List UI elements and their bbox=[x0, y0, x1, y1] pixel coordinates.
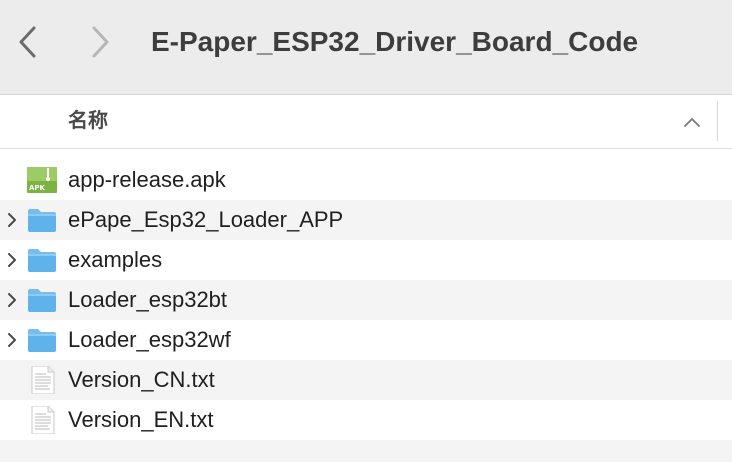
empty-row bbox=[0, 440, 732, 462]
chevron-left-icon bbox=[19, 26, 36, 58]
back-button[interactable] bbox=[8, 22, 48, 62]
folder-icon bbox=[26, 326, 58, 354]
list-item[interactable]: Loader_esp32wf bbox=[0, 320, 732, 360]
folder-icon bbox=[26, 246, 58, 274]
chevron-right-icon bbox=[8, 213, 16, 227]
disclosure-triangle[interactable] bbox=[4, 210, 20, 230]
file-name: Loader_esp32bt bbox=[68, 287, 228, 312]
list-item[interactable]: Loader_esp32bt bbox=[0, 280, 732, 320]
file-list: APK app-release.apk ePape_Esp32_Loader_APP… bbox=[0, 160, 732, 462]
file-name: Version_CN.txt bbox=[68, 367, 215, 392]
chevron-right-icon bbox=[92, 26, 109, 58]
window-title: E-Paper_ESP32_Driver_Board_Code bbox=[151, 26, 639, 57]
file-name: app-release.apk bbox=[68, 167, 226, 192]
svg-text:APK: APK bbox=[29, 184, 46, 192]
forward-button[interactable] bbox=[80, 22, 120, 62]
disclosure-triangle[interactable] bbox=[4, 330, 20, 350]
folder-icon bbox=[26, 206, 58, 234]
file-name: Version_EN.txt bbox=[68, 407, 214, 432]
list-item[interactable]: examples bbox=[0, 240, 732, 280]
list-item[interactable]: ePape_Esp32_Loader_APP bbox=[0, 200, 732, 240]
column-header-name[interactable]: 名称 bbox=[68, 95, 108, 148]
finder-window: E-Paper_ESP32_Driver_Board_Code 名称 APK ap… bbox=[0, 0, 732, 462]
text-file-icon bbox=[26, 365, 58, 395]
file-name: ePape_Esp32_Loader_APP bbox=[68, 207, 344, 232]
list-item[interactable]: APK app-release.apk bbox=[0, 160, 732, 200]
list-item[interactable]: Version_EN.txt bbox=[0, 400, 732, 440]
text-file-icon bbox=[26, 405, 58, 435]
column-divider[interactable] bbox=[717, 101, 718, 141]
file-name: Loader_esp32wf bbox=[68, 327, 231, 352]
column-header: 名称 bbox=[0, 95, 732, 149]
disclosure-triangle[interactable] bbox=[4, 250, 20, 270]
sort-button[interactable] bbox=[680, 110, 704, 134]
list-item[interactable]: Version_CN.txt bbox=[0, 360, 732, 400]
chevron-right-icon bbox=[8, 333, 16, 347]
chevron-right-icon bbox=[8, 253, 16, 267]
apk-file-icon: APK bbox=[26, 166, 58, 194]
folder-icon bbox=[26, 286, 58, 314]
chevron-right-icon bbox=[8, 293, 16, 307]
file-name: examples bbox=[68, 247, 163, 272]
toolbar: E-Paper_ESP32_Driver_Board_Code bbox=[0, 0, 732, 95]
disclosure-triangle[interactable] bbox=[4, 290, 20, 310]
chevron-up-icon bbox=[684, 118, 700, 127]
